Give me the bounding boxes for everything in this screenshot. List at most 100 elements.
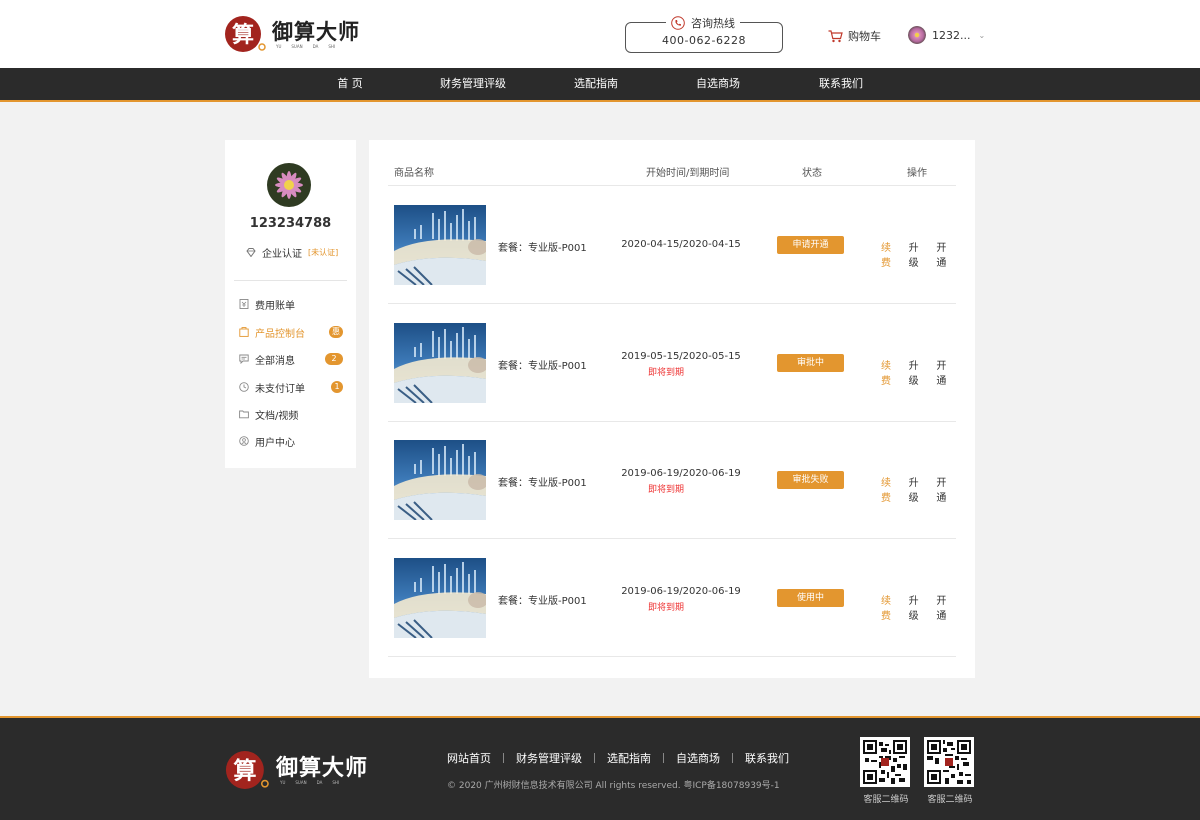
status-button[interactable]: 审批中 [777, 353, 844, 372]
hotline-label: 咨询热线 [691, 17, 735, 30]
product-thumbnail [394, 440, 486, 520]
table-row: 套餐：专业版-P001 2020-04-15/2020-04-15 申请开通 续… [388, 186, 956, 304]
nav-item-guide[interactable]: 选配指南 [574, 68, 618, 100]
upgrade-link[interactable]: 升级 [909, 592, 929, 622]
qr-label-1: 客服二维码 [863, 795, 909, 805]
clock-icon [239, 382, 249, 392]
sidebar-item-console[interactable]: 产品控制台 惠 [239, 324, 343, 340]
console-icon [239, 327, 249, 337]
footer-link-rating[interactable]: 财务管理评级 [516, 750, 582, 766]
table-row: 套餐：专业版-P001 2019-05-15/2020-05-15 即将到期 审… [388, 304, 956, 422]
cart-icon [828, 29, 843, 42]
row-actions: 续费 升级 开通 [881, 474, 956, 504]
footer-logo[interactable]: 算 御算大师 YU SUAN DA SHI [224, 750, 368, 790]
profile-avatar [267, 163, 311, 207]
row-actions: 续费 升级 开通 [881, 592, 956, 622]
product-table-panel: 商品名称 开始时间/到期时间 状态 操作 套餐：专业版-P001 2020-04… [369, 140, 975, 678]
col-header-status: 状态 [802, 168, 822, 179]
diamond-icon [246, 248, 256, 257]
bill-icon [239, 299, 249, 309]
expiry-warning: 即将到期 [647, 485, 684, 495]
avatar [908, 26, 926, 44]
sidebar: 123234788 企业认证 [未认证] 费用账单 产品控制台 惠 全部消息 2 [225, 140, 356, 468]
product-name: 套餐：专业版-P001 [498, 595, 587, 607]
cert-label: 企业认证 [262, 249, 302, 260]
activate-link[interactable]: 开通 [936, 474, 956, 504]
product-thumbnail [394, 205, 486, 285]
footer-links: 网站首页 财务管理评级 选配指南 自选商场 联系我们 [447, 750, 789, 766]
row-actions: 续费 升级 开通 [881, 357, 956, 387]
activate-link[interactable]: 开通 [936, 592, 956, 622]
renew-link[interactable]: 续费 [881, 239, 901, 269]
copyright: © 2020 广州树财信息技术有限公司 All rights reserved.… [447, 781, 780, 791]
product-name: 套餐：专业版-P001 [498, 360, 587, 372]
table-row: 套餐：专业版-P001 2019-06-19/2020-06-19 即将到期 使… [388, 539, 956, 657]
status-button[interactable]: 申请开通 [777, 236, 844, 254]
footer-link-mall[interactable]: 自选商场 [676, 750, 720, 766]
qr-code-icon [927, 740, 971, 784]
product-name: 套餐：专业版-P001 [498, 243, 587, 254]
upgrade-link[interactable]: 升级 [909, 357, 929, 387]
product-name: 套餐：专业版-P001 [498, 478, 587, 489]
qr-label-2: 客服二维码 [927, 795, 973, 805]
nav-item-mall[interactable]: 自选商场 [696, 68, 740, 100]
main-nav: 首 页 财务管理评级 选配指南 自选商场 联系我们 [0, 68, 1200, 102]
footer-link-home[interactable]: 网站首页 [447, 750, 491, 766]
col-header-name: 商品名称 [394, 168, 434, 179]
renew-link[interactable]: 续费 [881, 474, 901, 504]
activate-link[interactable]: 开通 [936, 239, 956, 269]
col-header-dates: 开始时间/到期时间 [646, 168, 730, 179]
upgrade-link[interactable]: 升级 [909, 239, 929, 269]
upgrade-link[interactable]: 升级 [909, 474, 929, 504]
seal-logo-icon: 算 [225, 16, 266, 52]
user-menu[interactable]: 1232... ⌄ [908, 26, 985, 44]
nav-item-contact[interactable]: 联系我们 [819, 68, 863, 100]
hotline-number: 400-062-6228 [662, 34, 746, 47]
footer: 算 御算大师 YU SUAN DA SHI 网站首页 财务管理评级 选配指南 自… [0, 716, 1200, 820]
activate-link[interactable]: 开通 [936, 357, 956, 387]
qr-code-1 [860, 737, 910, 787]
seal-logo-icon: 算 [225, 751, 269, 789]
chevron-down-icon: ⌄ [978, 30, 986, 40]
date-range: 2019-06-19/2020-06-19 [621, 585, 741, 597]
message-icon [239, 354, 249, 364]
status-button[interactable]: 使用中 [777, 588, 844, 607]
product-thumbnail [394, 322, 486, 403]
divider [234, 280, 347, 281]
renew-link[interactable]: 续费 [881, 357, 901, 387]
footer-link-contact[interactable]: 联系我们 [745, 750, 789, 766]
qr-code-icon [863, 740, 907, 784]
hotline-box: 咨询热线 400-062-6228 [625, 15, 783, 53]
qr-code-2 [924, 737, 974, 787]
sidebar-item-docs[interactable]: 文档/视频 [239, 406, 343, 422]
user-id: 123234788 [249, 216, 332, 231]
brand-name: 御算大师 [272, 18, 360, 44]
date-range: 2019-05-15/2020-05-15 [621, 350, 741, 362]
date-range: 2019-06-19/2020-06-19 [621, 468, 741, 479]
table-row: 套餐：专业版-P001 2019-06-19/2020-06-19 即将到期 审… [388, 421, 956, 539]
footer-link-guide[interactable]: 选配指南 [607, 750, 651, 766]
svg-text:算: 算 [232, 22, 254, 48]
status-button[interactable]: 审批失败 [777, 471, 844, 489]
cert-status: [未认证] [308, 248, 339, 257]
nav-item-rating[interactable]: 财务管理评级 [440, 68, 506, 100]
discount-badge: 惠 [329, 326, 343, 338]
message-count-badge: 2 [325, 353, 343, 365]
date-range: 2020-04-15/2020-04-15 [621, 239, 741, 250]
user-name: 1232... [932, 28, 971, 42]
col-header-actions: 操作 [907, 168, 927, 179]
header: 算 御算大师 YU SUAN DA SHI 咨询热线 400-062-6228 [0, 0, 1200, 68]
unpaid-count-badge: 1 [331, 381, 343, 393]
phone-icon [671, 16, 685, 30]
cart-link[interactable]: 购物车 [828, 28, 881, 44]
renew-link[interactable]: 续费 [881, 592, 901, 622]
brand-logo[interactable]: 算 御算大师 YU SUAN DA SHI [224, 15, 360, 53]
sidebar-item-unpaid-orders[interactable]: 未支付订单 1 [239, 379, 343, 395]
sidebar-item-user-center[interactable]: 用户中心 [239, 433, 343, 449]
sidebar-item-bills[interactable]: 费用账单 [239, 296, 343, 312]
sidebar-item-messages[interactable]: 全部消息 2 [239, 351, 343, 367]
folder-icon [239, 410, 249, 419]
enterprise-cert[interactable]: 企业认证 [未认证] [246, 245, 338, 260]
nav-item-home[interactable]: 首 页 [337, 68, 363, 100]
footer-brand-name: 御算大师 [276, 754, 369, 781]
